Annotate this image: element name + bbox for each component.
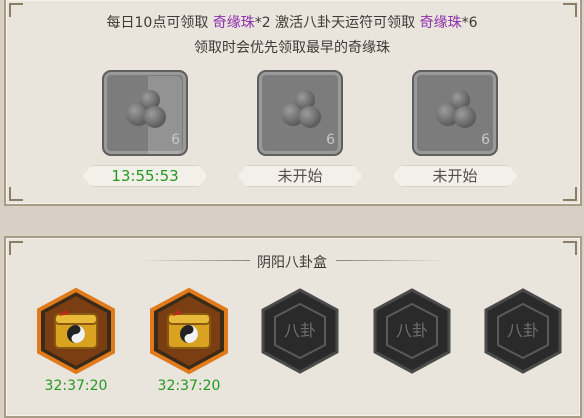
info-line-1: 每日10点可领取 奇缘珠*2 激活八卦天运符可领取 奇缘珠*6 [0,12,584,32]
chest-timer: 32:37:20 [157,378,221,394]
slot-qty: 6 [326,132,335,148]
pearl-icon [124,88,168,130]
title-divider-right [336,260,446,261]
locked-box-3[interactable]: 八卦 [482,288,564,374]
yinyang-chest-icon [37,288,115,374]
slot-status: 未开始 [392,163,518,189]
pearl-icon [434,88,478,130]
slot-qty: 6 [171,132,180,148]
locked-box-1[interactable]: 八卦 [259,288,341,374]
pearl-highlight: 奇缘珠 [419,15,462,31]
yinyang-chest-1[interactable] [35,288,117,374]
slot-status: 未开始 [237,163,363,189]
pearl-slot-3[interactable]: 6 [412,70,498,156]
slot-timer: 13:55:53 [82,163,208,189]
pearl-slot-2[interactable]: 6 [257,70,343,156]
info-text: 每日10点可领取 [106,15,213,31]
section-title: 阴阳八卦盒 [257,255,327,271]
locked-box-2[interactable]: 八卦 [371,288,453,374]
chest-timer: 32:37:20 [44,378,108,394]
bagua-text: 八卦 [395,321,428,340]
yinyang-chest-2[interactable] [148,288,230,374]
info-text: *2 激活八卦天运符可领取 [254,15,420,31]
info-text: *6 [461,15,478,31]
bagua-text: 八卦 [283,321,316,340]
info-line-2: 领取时会优先领取最早的奇缘珠 [194,40,390,56]
bagua-text: 八卦 [506,321,539,340]
frame-corner [563,187,577,201]
frame-corner [9,187,23,201]
pearl-slot-1[interactable]: 6 [102,70,188,156]
pearl-icon [279,88,323,130]
yinyang-chest-icon [150,288,228,374]
pearl-highlight: 奇缘珠 [212,15,255,31]
slot-qty: 6 [481,132,490,148]
